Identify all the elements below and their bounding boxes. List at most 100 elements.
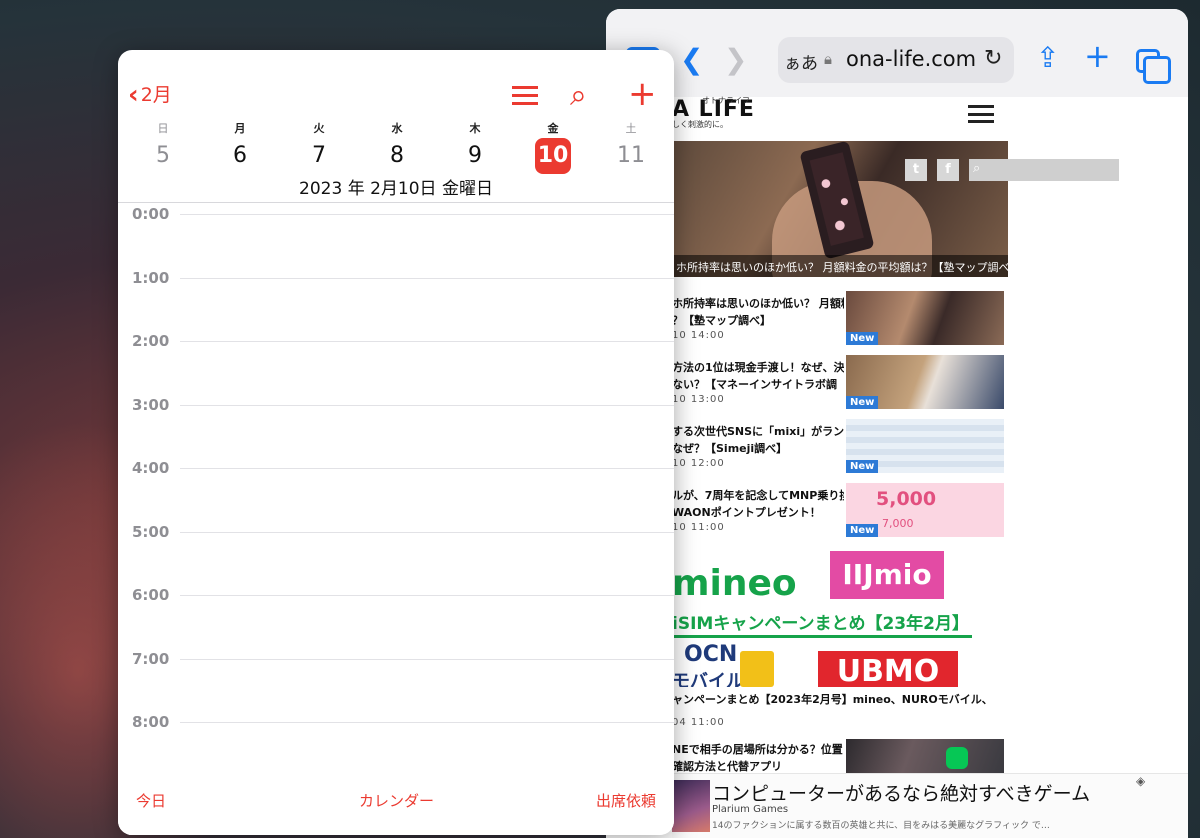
sim-card-icon bbox=[740, 651, 774, 687]
hour-gridline bbox=[180, 722, 674, 723]
month-label: 2月 bbox=[140, 84, 172, 106]
search-icon: ⌕ bbox=[973, 161, 981, 176]
article-thumbnail bbox=[846, 739, 1004, 773]
article-item[interactable]: 方法の1位は現金手渡し！なぜ、決 ない？【マネーインサイトラボ調 10 13:0… bbox=[672, 355, 1008, 415]
new-badge: New bbox=[846, 524, 879, 537]
hour-row[interactable]: 4:00 bbox=[118, 459, 674, 477]
article-thumbnail: New bbox=[846, 419, 1004, 473]
hour-row[interactable]: 0:00 bbox=[118, 205, 674, 223]
campaign-banner[interactable]: mineo IIJmio iSIMキャンペーンまとめ【23年2月】 OCN モバ… bbox=[672, 551, 1008, 687]
hour-row[interactable]: 6:00 bbox=[118, 586, 674, 604]
article-date: 10 14:00 bbox=[672, 330, 725, 341]
hour-row[interactable]: 8:00 bbox=[118, 713, 674, 731]
new-tab-icon[interactable]: + bbox=[1084, 37, 1111, 75]
hour-gridline bbox=[180, 468, 674, 469]
thumbnail-amount: 5,000 bbox=[876, 488, 937, 510]
article-date: 04 11:00 bbox=[672, 717, 725, 728]
address-bar[interactable]: ぁあ 🔒︎ ona-life.com ↻ bbox=[778, 37, 1014, 83]
day-cell[interactable]: 6 bbox=[220, 138, 260, 174]
weekday-sun: 日 bbox=[157, 122, 169, 135]
article-thumbnail: New bbox=[846, 291, 1004, 345]
hamburger-menu-icon[interactable] bbox=[968, 105, 994, 123]
hour-gridline bbox=[180, 214, 674, 215]
article-title: ホ所持率は思いのほか低い？ 月額料 ？【塾マップ調べ】 bbox=[672, 297, 844, 327]
article-title: NEで相手の居場所は分かる？位置 確認方法と代替アプリ bbox=[672, 743, 843, 773]
article-date: 10 12:00 bbox=[672, 458, 725, 469]
article-item[interactable]: ホ所持率は思いのほか低い？ 月額料 ？【塾マップ調べ】 10 14:00 New bbox=[672, 291, 1008, 351]
hour-row[interactable]: 2:00 bbox=[118, 332, 674, 350]
hour-label: 8:00 bbox=[132, 713, 170, 731]
ocn-logo: OCN bbox=[684, 642, 738, 667]
forward-arrow-icon[interactable]: ❯ bbox=[724, 43, 747, 76]
weekday-header: 日 月 火 水 木 金 土 bbox=[118, 120, 674, 136]
ad-choices-icon[interactable]: ◈ bbox=[1136, 774, 1145, 788]
hour-label: 4:00 bbox=[132, 459, 170, 477]
thumbnail-amount-small: 7,000 bbox=[882, 517, 914, 530]
day-cell-selected[interactable]: 10 bbox=[535, 138, 571, 174]
new-badge: New bbox=[846, 460, 879, 473]
hour-gridline bbox=[180, 659, 674, 660]
day-cell[interactable]: 8 bbox=[377, 138, 417, 174]
day-cell[interactable]: 7 bbox=[299, 138, 339, 174]
weekday-thu: 木 bbox=[469, 122, 481, 135]
article-item[interactable]: NEで相手の居場所は分かる？位置 確認方法と代替アプリ bbox=[672, 737, 1008, 773]
page-settings-button[interactable]: ぁあ bbox=[784, 49, 818, 74]
calendars-button[interactable]: カレンダー bbox=[359, 790, 434, 811]
back-arrow-icon[interactable]: ❮ bbox=[680, 43, 703, 76]
chevron-left-icon: ‹ bbox=[128, 80, 139, 110]
facebook-icon[interactable]: f bbox=[937, 159, 959, 181]
ad-advertiser: Plarium Games bbox=[712, 804, 789, 815]
ad-banner[interactable]: コンピューターがあるなら絶対すべきゲーム Plarium Games 14のファ… bbox=[672, 773, 1188, 838]
search-icon[interactable]: ⌕ bbox=[570, 78, 587, 113]
day-cell[interactable]: 5 bbox=[143, 138, 183, 174]
article-date: 10 13:00 bbox=[672, 394, 725, 405]
hero-caption: ホ所持率は思いのほか低い？ 月額料金の平均額は？【塾マップ調べ】 bbox=[672, 255, 1008, 277]
article-item[interactable]: ャンペーンまとめ【2023年2月号】mineo、NUROモバイル、 04 11:… bbox=[672, 691, 1008, 731]
weekday-tue: 火 bbox=[313, 122, 325, 135]
tab-overview-icon[interactable] bbox=[1136, 49, 1171, 84]
hour-row[interactable]: 5:00 bbox=[118, 523, 674, 541]
hour-row[interactable]: 1:00 bbox=[118, 269, 674, 287]
ad-description: 14のファクションに属する数百の英雄と共に、目をみはる美麗なグラフィック で… bbox=[712, 821, 1050, 831]
mineo-logo: mineo bbox=[672, 563, 797, 604]
reload-icon[interactable]: ↻ bbox=[984, 46, 1002, 71]
site-search-input[interactable]: ⌕ bbox=[969, 159, 1119, 181]
hour-row[interactable]: 7:00 bbox=[118, 650, 674, 668]
hour-gridline bbox=[180, 278, 674, 279]
header-divider bbox=[118, 202, 674, 203]
weekday-mon: 月 bbox=[234, 122, 246, 135]
add-event-icon[interactable]: + bbox=[628, 74, 657, 114]
hour-label: 7:00 bbox=[132, 650, 170, 668]
article-item[interactable]: ルが、7周年を記念してMNP乗り換 WAONポイントプレゼント！ 10 11:0… bbox=[672, 483, 1008, 543]
article-item[interactable]: する次世代SNSに「mixi」がラン なぜ？【Simeji調べ】 10 12:0… bbox=[672, 419, 1008, 479]
ad-title: コンピューターがあるなら絶対すべきゲーム bbox=[712, 783, 1091, 805]
site-tagline: しく刺激的に。 bbox=[672, 120, 728, 129]
hour-row[interactable]: 3:00 bbox=[118, 396, 674, 414]
calendar-window: ‹ 2月 ⌕ + 日 月 火 水 木 金 土 5 6 7 8 9 10 11 20… bbox=[118, 50, 674, 835]
share-icon[interactable]: ⇪ bbox=[1036, 41, 1059, 74]
hour-label: 3:00 bbox=[132, 396, 170, 414]
banner-headline: iSIMキャンペーンまとめ【23年2月】 bbox=[672, 614, 969, 634]
selected-date-title: 2023 年 2月10日 金曜日 bbox=[299, 179, 493, 199]
web-content: A LIFE オトナライフ しく刺激的に。 ホ所持率は思いのほか低い？ 月額料金… bbox=[606, 96, 1188, 838]
ad-image bbox=[672, 780, 710, 832]
hour-label: 0:00 bbox=[132, 205, 170, 223]
article-thumbnail: 5,000 7,000 New bbox=[846, 483, 1004, 537]
safari-toolbar: ❮ ❯ ぁあ 🔒︎ ona-life.com ↻ ⇪ + bbox=[606, 9, 1188, 99]
weekday-fri: 金 bbox=[547, 122, 559, 135]
hour-label: 1:00 bbox=[132, 269, 170, 287]
site-logo-ruby: オトナライフ bbox=[702, 96, 750, 105]
month-back-button[interactable]: ‹ 2月 bbox=[128, 80, 172, 110]
hour-label: 2:00 bbox=[132, 332, 170, 350]
day-cell[interactable]: 9 bbox=[455, 138, 495, 174]
url-text[interactable]: ona-life.com bbox=[846, 47, 976, 71]
week-strip: 5 6 7 8 9 10 11 bbox=[118, 138, 674, 174]
inbox-button[interactable]: 出席依頼 bbox=[596, 790, 656, 811]
iijmio-logo: IIJmio bbox=[830, 551, 944, 599]
twitter-icon[interactable]: t bbox=[905, 159, 927, 181]
today-button[interactable]: 今日 bbox=[136, 790, 166, 811]
day-cell[interactable]: 11 bbox=[611, 138, 651, 174]
safari-window: ❮ ❯ ぁあ 🔒︎ ona-life.com ↻ ⇪ + A LIFE オトナラ… bbox=[606, 9, 1188, 838]
list-view-icon[interactable] bbox=[512, 86, 538, 106]
hour-label: 5:00 bbox=[132, 523, 170, 541]
